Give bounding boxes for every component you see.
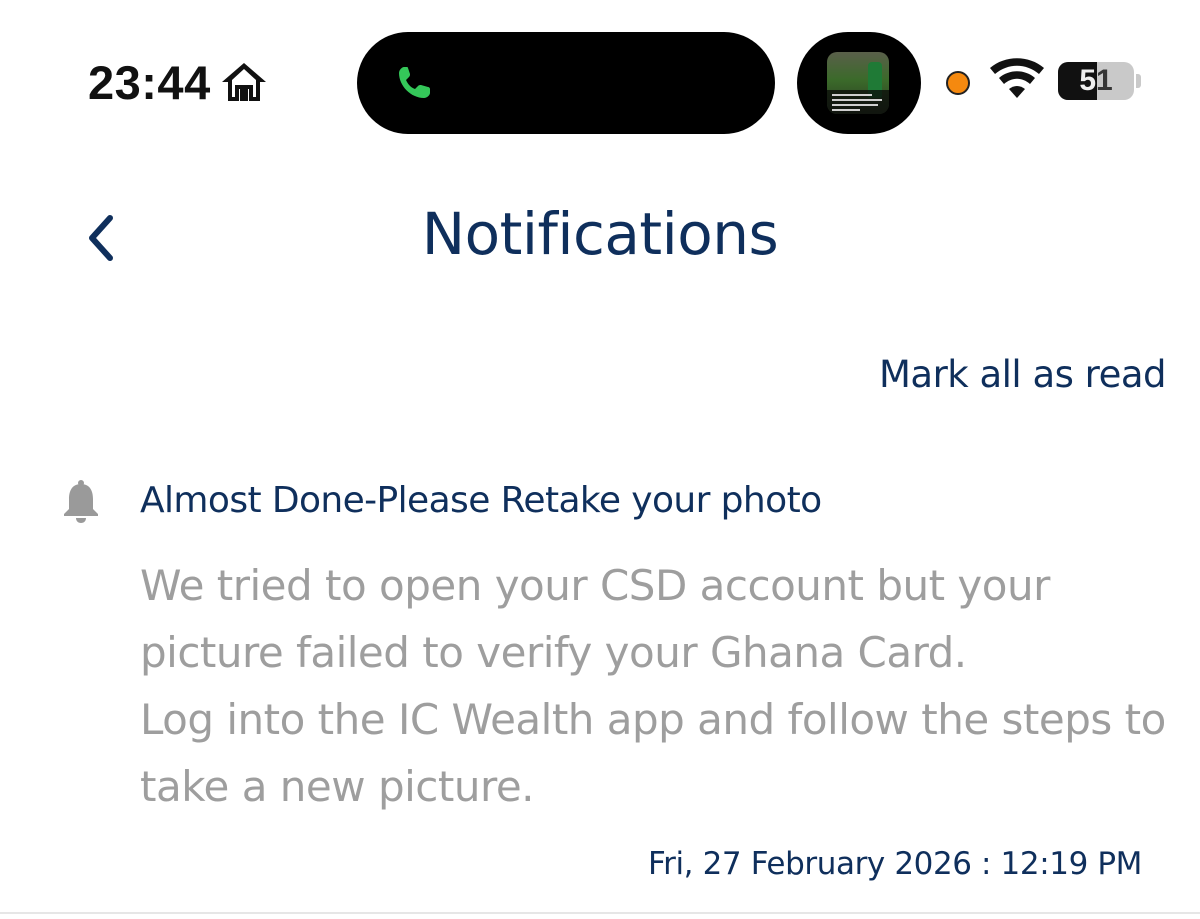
notification-title: Almost Done-Please Retake your photo bbox=[140, 480, 822, 521]
notification-body-line: take a new picture. bbox=[140, 762, 535, 811]
caption-line bbox=[832, 104, 878, 106]
caption-line bbox=[832, 109, 860, 111]
video-thumbnail bbox=[827, 52, 889, 114]
bell-icon bbox=[64, 480, 98, 523]
notification-body-line: We tried to open your CSD account but yo… bbox=[140, 561, 1050, 610]
notification-item[interactable]: Almost Done-Please Retake your photo We … bbox=[0, 470, 1200, 910]
status-time-group: 23:44 bbox=[88, 52, 269, 112]
battery-cap bbox=[1136, 74, 1141, 88]
battery-level-text: 51 bbox=[1079, 64, 1113, 97]
notification-body: We tried to open your CSD account but yo… bbox=[140, 552, 1166, 820]
notification-body-line: picture failed to verify your Ghana Card… bbox=[140, 628, 967, 677]
recording-indicator-dot bbox=[946, 71, 970, 95]
page-title: Notifications bbox=[421, 200, 779, 268]
caption-line bbox=[832, 99, 882, 101]
picture-in-picture-thumbnail[interactable] bbox=[797, 32, 921, 134]
dynamic-island-call[interactable] bbox=[357, 32, 775, 134]
notifications-screen: 23:44 51 Notifications Mark all as read … bbox=[0, 0, 1200, 919]
list-divider bbox=[0, 912, 1200, 914]
wifi-icon bbox=[990, 58, 1044, 98]
notification-timestamp: Fri, 27 February 2026 : 12:19 PM bbox=[647, 846, 1142, 882]
phone-icon bbox=[399, 67, 430, 98]
notification-body-line: Log into the IC Wealth app and follow th… bbox=[140, 695, 1166, 744]
home-icon bbox=[221, 63, 266, 101]
battery-indicator: 51 bbox=[1058, 62, 1134, 100]
status-time: 23:44 bbox=[88, 55, 211, 109]
caption-line bbox=[832, 94, 872, 96]
mark-all-read-button[interactable]: Mark all as read bbox=[879, 353, 1167, 396]
